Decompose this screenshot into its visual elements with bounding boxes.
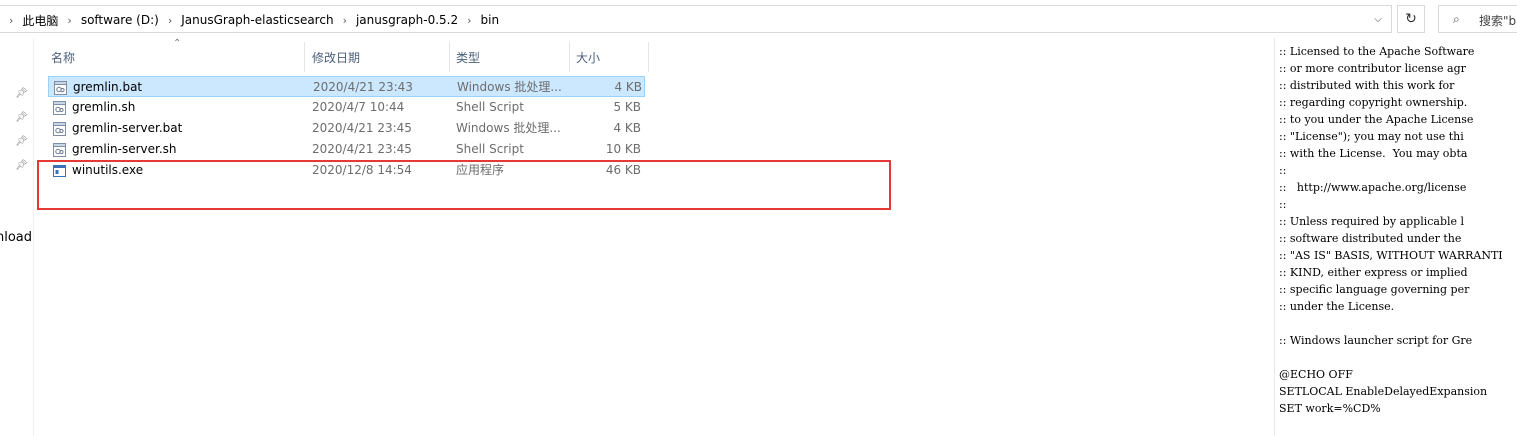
breadcrumb-folder-bin[interactable]: bin	[480, 13, 501, 27]
breadcrumb-drive[interactable]: software (D:)	[80, 13, 160, 27]
breadcrumb-folder-janusgraph[interactable]: janusgraph-0.5.2	[355, 13, 459, 27]
file-name: gremlin.bat	[73, 80, 143, 94]
preview-text-line: :: or more contributor license agr	[1279, 62, 1466, 75]
preview-text-line: :: to you under the Apache License	[1279, 113, 1474, 126]
file-name: gremlin.sh	[72, 100, 136, 114]
preview-text-line: :: distributed with this work for	[1279, 79, 1455, 92]
column-header-type-label: 类型	[456, 50, 481, 65]
file-name: gremlin-server.sh	[72, 142, 177, 156]
file-size: 4 KB	[614, 80, 642, 94]
breadcrumb-separator-icon: ›	[9, 13, 14, 27]
file-size: 4 KB	[613, 121, 641, 135]
address-history-dropdown[interactable]: ⌵	[1365, 6, 1391, 32]
address-bar-area: › 此电脑 › software (D:) › JanusGraph-elast…	[0, 0, 1517, 38]
column-header-name-label: 名称	[51, 50, 76, 65]
sort-ascending-icon: ⌃	[173, 38, 182, 49]
file-row[interactable]: gremlin.bat 2020/4/21 23:43 Windows 批处理...…	[48, 76, 645, 97]
batch-file-icon	[53, 121, 66, 136]
file-size: 10 KB	[605, 142, 641, 156]
search-input[interactable]: ⌕ 搜索"b	[1438, 5, 1517, 33]
file-modified-date: 2020/4/21 23:45	[312, 121, 412, 135]
script-file-icon	[53, 142, 66, 157]
column-divider[interactable]	[449, 42, 450, 72]
preview-text-line: :: KIND, either express or implied	[1279, 266, 1468, 279]
pin-icon[interactable]: 📌︎	[15, 136, 28, 147]
search-placeholder: 搜索"b	[1479, 14, 1517, 28]
preview-text-line: :: http://www.apache.org/license	[1279, 181, 1467, 194]
preview-text-line: SETLOCAL EnableDelayedExpansion	[1279, 385, 1488, 398]
file-size: 5 KB	[613, 100, 641, 114]
preview-text-line: :: regarding copyright ownership.	[1279, 96, 1468, 109]
column-header-date-label: 修改日期	[312, 50, 361, 65]
address-bar[interactable]: › 此电脑 › software (D:) › JanusGraph-elast…	[0, 5, 1392, 33]
preview-text-line: @ECHO OFF	[1279, 368, 1353, 381]
annotation-highlight-box	[37, 160, 891, 210]
file-row[interactable]: gremlin.sh 2020/4/7 10:44 Shell Script 5 KB	[48, 97, 645, 118]
file-row[interactable]: gremlin-server.bat 2020/4/21 23:45 Windows…	[48, 118, 645, 139]
breadcrumb-folder-janusgraph-es[interactable]: JanusGraph-elasticsearch	[180, 13, 334, 27]
column-header-date[interactable]: 修改日期	[312, 42, 452, 72]
chevron-down-icon: ⌵	[1374, 13, 1382, 25]
file-modified-date: 2020/4/7 10:44	[312, 100, 405, 114]
preview-text-line: :: Windows launcher script for Gre	[1279, 334, 1473, 347]
column-header-size-label: 大小	[576, 50, 601, 65]
file-modified-date: 2020/4/21 23:45	[312, 142, 412, 156]
column-header-size[interactable]: 大小	[576, 42, 646, 72]
preview-text-line: :: with the License. You may obta	[1279, 147, 1468, 160]
preview-text-line: :: specific language governing per	[1279, 283, 1470, 296]
pin-icon[interactable]: 📌︎	[15, 112, 28, 123]
file-modified-date: 2020/4/21 23:43	[313, 80, 413, 94]
breadcrumb-separator-icon: ›	[167, 13, 173, 27]
breadcrumb-this-pc[interactable]: 此电脑	[21, 12, 59, 29]
breadcrumb-separator-icon: ›	[467, 13, 472, 27]
preview-text-line: :: "AS IS" BASIS, WITHOUT WARRANTI	[1279, 249, 1503, 262]
pin-icon[interactable]: 📌︎	[15, 88, 28, 99]
breadcrumb: › 此电脑 › software (D:) › JanusGraph-elast…	[5, 11, 500, 29]
preview-pane: :: Licensed to the Apache Software:: or …	[1274, 38, 1517, 436]
preview-text-line: :: Licensed to the Apache Software	[1279, 45, 1475, 58]
breadcrumb-separator-icon: ›	[342, 13, 347, 27]
preview-text-line: :: under the License.	[1279, 300, 1395, 313]
navigation-pane: 📌︎ 📌︎ 📌︎ 📌︎ nload	[0, 38, 34, 436]
file-row[interactable]: gremlin-server.sh 2020/4/21 23:45 Shell Sc…	[48, 139, 645, 160]
column-divider[interactable]	[648, 42, 649, 72]
file-list: 名称 ⌃ 修改日期 类型 大小 gremlin.bat 2020/4/21 23:…	[34, 38, 1274, 436]
column-divider[interactable]	[569, 42, 570, 72]
column-divider[interactable]	[304, 42, 305, 72]
refresh-icon: ↻	[1405, 11, 1417, 27]
pin-icon[interactable]: 📌︎	[15, 160, 28, 171]
preview-text-line: :: "License"); you may not use thi	[1279, 130, 1464, 143]
column-header-type[interactable]: 类型	[456, 42, 566, 72]
batch-file-icon	[54, 80, 67, 95]
preview-text-line: ::	[1279, 198, 1287, 211]
preview-text-line: :: Unless required by applicable l	[1279, 215, 1465, 228]
refresh-button[interactable]: ↻	[1397, 5, 1425, 33]
file-name: gremlin-server.bat	[72, 121, 183, 135]
search-icon: ⌕	[1453, 12, 1460, 26]
preview-text-line: :: software distributed under the	[1279, 232, 1462, 245]
nav-item-download[interactable]: nload	[0, 230, 32, 245]
preview-text-line: ::	[1279, 164, 1287, 177]
script-file-icon	[53, 100, 66, 115]
breadcrumb-separator-icon: ›	[67, 13, 72, 27]
preview-text-line: SET work=%CD%	[1279, 402, 1381, 415]
